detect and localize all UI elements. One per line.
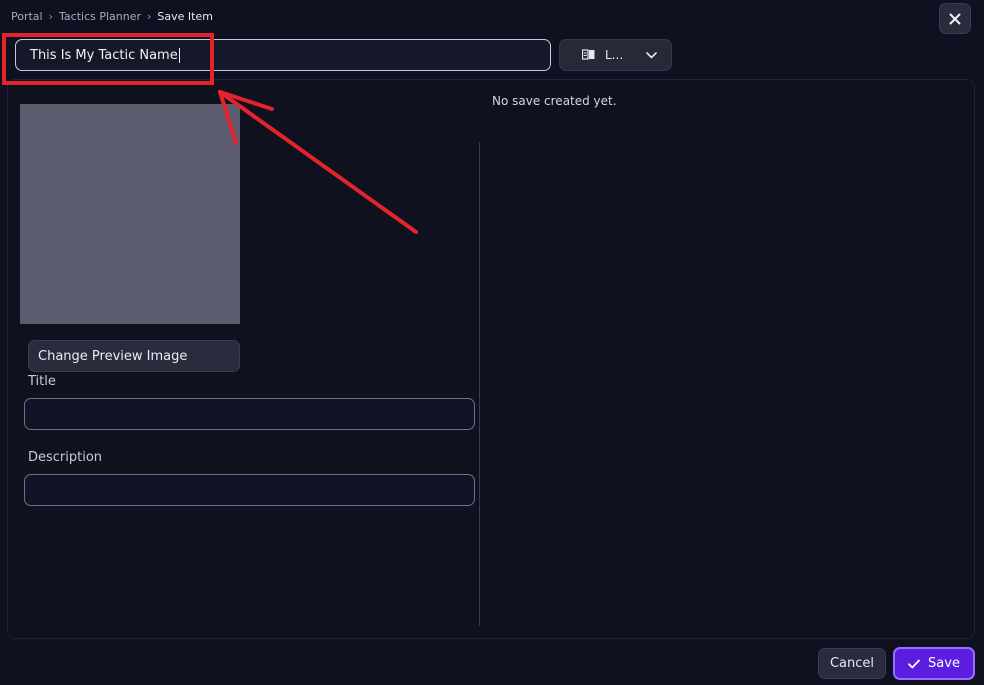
change-preview-image-label: Change Preview Image — [38, 348, 188, 364]
cancel-button[interactable]: Cancel — [818, 648, 886, 679]
tactic-name-input[interactable]: This Is My Tactic Name — [15, 39, 551, 71]
title-label: Title — [28, 374, 56, 389]
title-input[interactable] — [24, 398, 475, 430]
save-button[interactable]: Save — [893, 647, 975, 680]
breadcrumb-item-tactics-planner[interactable]: Tactics Planner — [59, 10, 141, 23]
check-icon — [908, 659, 920, 668]
close-icon — [949, 13, 961, 24]
save-item-dialog: Portal › Tactics Planner › Save Item Thi… — [0, 0, 984, 685]
description-label: Description — [28, 450, 103, 465]
close-button[interactable] — [939, 3, 971, 34]
breadcrumb-item-current: Save Item — [157, 10, 213, 23]
breadcrumb-item-portal[interactable]: Portal — [11, 10, 43, 23]
change-preview-image-button[interactable]: Change Preview Image — [28, 340, 240, 372]
book-language-icon — [582, 49, 595, 60]
language-select-value: L... — [605, 48, 624, 62]
tactic-name-value: This Is My Tactic Name — [30, 47, 178, 63]
breadcrumb: Portal › Tactics Planner › Save Item — [11, 10, 213, 23]
preview-image — [20, 104, 240, 324]
no-save-message: No save created yet. — [492, 94, 617, 108]
panel-divider — [479, 142, 480, 626]
language-select[interactable]: L... — [559, 39, 672, 71]
chevron-right-icon: › — [48, 10, 54, 23]
chevron-right-icon: › — [147, 10, 152, 23]
text-caret — [178, 47, 180, 63]
cancel-button-label: Cancel — [829, 656, 875, 671]
chevron-down-icon — [646, 51, 657, 58]
save-button-label: Save — [928, 656, 960, 671]
description-input[interactable] — [24, 474, 475, 506]
